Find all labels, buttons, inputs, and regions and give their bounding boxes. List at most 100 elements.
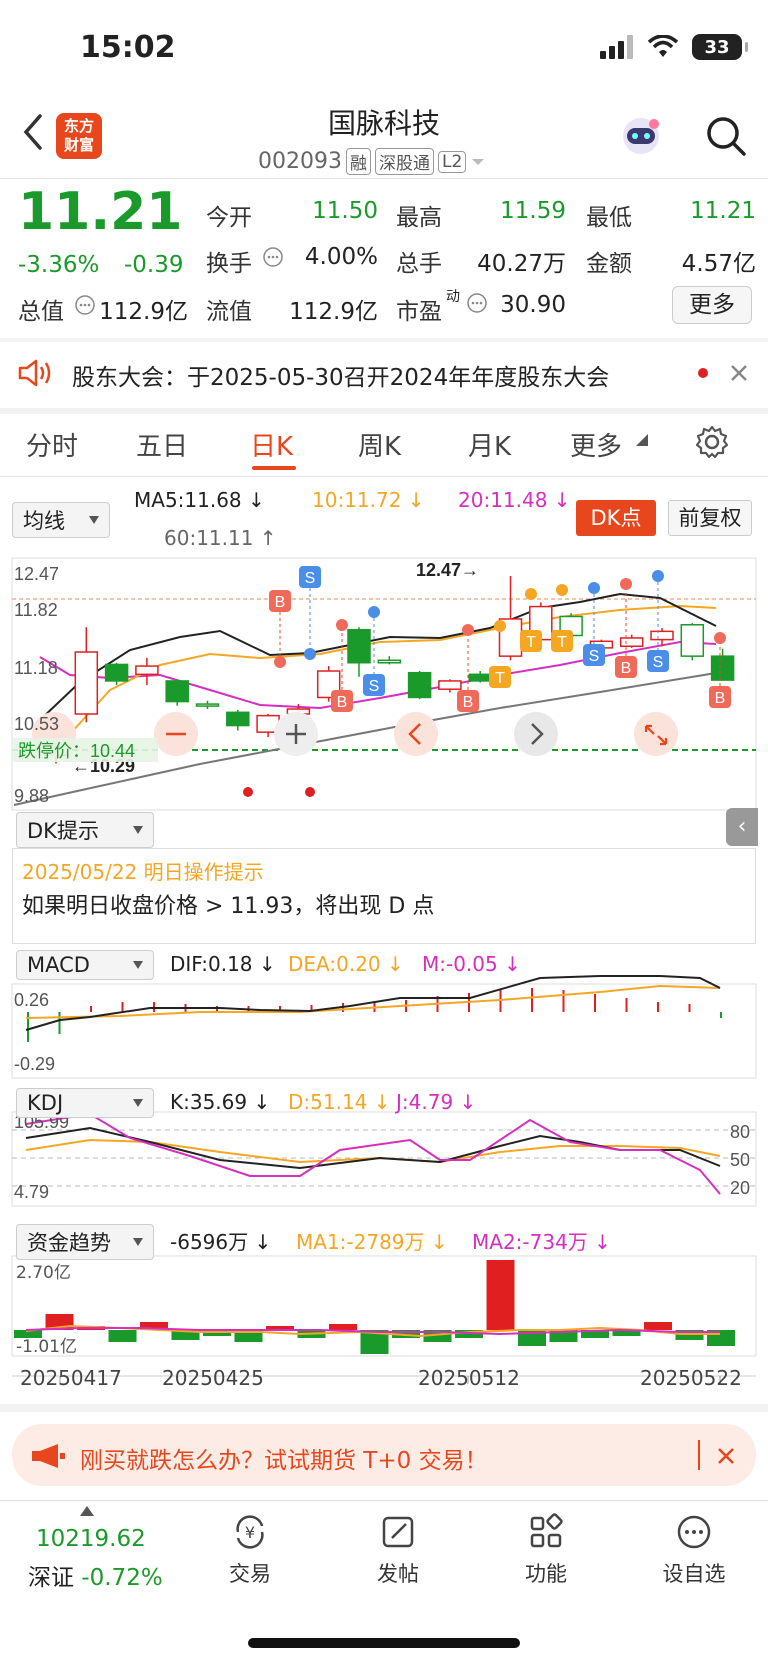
candle-body bbox=[135, 665, 159, 676]
dropdown-icon[interactable] bbox=[470, 157, 486, 167]
current-price: 11.21 bbox=[18, 182, 183, 242]
index-value[interactable]: 10219.62 bbox=[36, 1526, 146, 1552]
candle-body bbox=[650, 630, 674, 641]
nav-trade[interactable]: ¥ 交易 bbox=[200, 1512, 300, 1588]
macd-selector[interactable]: MACD bbox=[16, 950, 154, 980]
date-label-3: 20250512 bbox=[418, 1366, 520, 1390]
candle-body bbox=[438, 680, 462, 690]
label-pe: 市盈 bbox=[396, 299, 442, 325]
tag-connect: 深股通 bbox=[374, 148, 434, 175]
next-button[interactable] bbox=[514, 712, 558, 756]
y-label-top: 12.47 bbox=[14, 564, 59, 584]
svg-text:B: B bbox=[621, 660, 632, 677]
nav-functions[interactable]: 功能 bbox=[496, 1512, 596, 1588]
fund-bar bbox=[644, 1322, 672, 1330]
ma10-text: 10:11.72 bbox=[312, 488, 402, 512]
svg-text:T: T bbox=[526, 634, 536, 651]
notice-text[interactable]: 股东大会：于2025-05-30召开2024年年度股东大会 bbox=[72, 358, 609, 392]
candle-body bbox=[165, 680, 189, 703]
kdj-selector[interactable]: KDJ bbox=[16, 1088, 154, 1118]
kdj-level-20-label: 20 bbox=[730, 1178, 750, 1198]
search-icon[interactable] bbox=[704, 114, 748, 158]
more-button[interactable]: 更多 bbox=[672, 286, 752, 324]
more-dots-icon bbox=[677, 1515, 711, 1549]
y-label-4: 10.53 bbox=[14, 714, 59, 734]
chevron-down-icon bbox=[133, 1099, 143, 1107]
side-panel-toggle[interactable]: ‹ bbox=[726, 808, 758, 846]
chevron-down-icon bbox=[133, 826, 143, 834]
dk-hint-selector[interactable]: DK提示 bbox=[16, 812, 154, 848]
date-ticks bbox=[59, 1376, 721, 1384]
tab-intraday[interactable]: 分时 bbox=[26, 426, 78, 463]
high-marker-value: 12.47 bbox=[416, 560, 461, 580]
edit-icon bbox=[382, 1516, 414, 1548]
chevron-down-icon bbox=[133, 961, 143, 969]
date-label-2: 20250425 bbox=[162, 1366, 264, 1390]
tab-monthly[interactable]: 月K bbox=[468, 426, 511, 463]
macd-m-text: M:-0.05 bbox=[422, 952, 498, 976]
stock-code-row[interactable]: 002093 融 深股通 L2 bbox=[258, 148, 486, 175]
candle-body bbox=[680, 623, 705, 657]
ma60-text: 60:11.11 bbox=[164, 526, 254, 550]
fund-ma2: MA2:-734万 ↓ bbox=[472, 1230, 611, 1254]
fund-bar bbox=[108, 1330, 137, 1342]
fund-bar bbox=[329, 1324, 357, 1330]
fullscreen-button[interactable] bbox=[634, 712, 678, 756]
macd-dea-text: DEA:0.20 bbox=[288, 952, 381, 976]
tab-weekly[interactable]: 周K bbox=[358, 426, 401, 463]
kdj-k-text: K:35.69 bbox=[170, 1090, 248, 1114]
kdj-d-text: D:51.14 bbox=[288, 1090, 368, 1114]
ma-selector[interactable]: 均线 bbox=[12, 502, 110, 538]
event-dot bbox=[243, 787, 253, 797]
kdj-j: J:4.79 ↓ bbox=[396, 1090, 477, 1114]
prev-button[interactable] bbox=[394, 712, 438, 756]
svg-text:T: T bbox=[495, 670, 505, 687]
dk-point-button[interactable]: DK点 bbox=[576, 500, 656, 536]
candle-body bbox=[377, 659, 402, 664]
fund-selector[interactable]: 资金趋势 bbox=[16, 1224, 154, 1260]
value-open: 11.50 bbox=[312, 198, 378, 224]
caret-up-icon bbox=[80, 1506, 94, 1516]
chevron-down-icon bbox=[89, 516, 99, 524]
macd-frame bbox=[11, 983, 757, 1079]
tag-margin: 融 bbox=[345, 148, 371, 175]
ma60-value: 60:11.11 ↑ bbox=[164, 526, 277, 550]
grid-icon bbox=[530, 1513, 563, 1548]
value-turnover: 4.00% bbox=[304, 244, 378, 270]
fund-ma2-text: MA2:-734万 bbox=[472, 1230, 588, 1254]
tab-more[interactable]: 更多 bbox=[570, 426, 622, 463]
y-label-2: 11.82 bbox=[14, 600, 58, 620]
tab-daily[interactable]: 日K bbox=[250, 426, 293, 463]
info-icon[interactable] bbox=[74, 294, 96, 316]
label-volume: 总手 bbox=[396, 251, 442, 277]
label-high: 最高 bbox=[396, 205, 442, 231]
tab-five-day[interactable]: 五日 bbox=[136, 426, 188, 463]
megaphone-icon bbox=[32, 1444, 65, 1468]
svg-text:B: B bbox=[337, 694, 348, 711]
candle-body bbox=[710, 655, 735, 681]
ma-selector-label: 均线 bbox=[23, 509, 65, 533]
promo-divider bbox=[698, 1440, 700, 1470]
fund-ma1: MA1:-2789万 ↓ bbox=[296, 1230, 448, 1254]
candle-body bbox=[619, 637, 644, 647]
nav-add-watchlist[interactable]: 设自选 bbox=[644, 1512, 744, 1588]
svg-text:S: S bbox=[589, 648, 600, 665]
settings-icon[interactable] bbox=[694, 424, 730, 460]
nav-post[interactable]: 发帖 bbox=[348, 1512, 448, 1588]
info-icon[interactable] bbox=[262, 246, 284, 268]
wifi-icon bbox=[648, 35, 678, 57]
fund-y-bottom: -1.01亿 bbox=[16, 1337, 77, 1357]
y-label-3: 11.18 bbox=[14, 658, 58, 678]
info-icon[interactable] bbox=[466, 292, 488, 314]
fund-y-top: 2.70亿 bbox=[16, 1263, 71, 1283]
fund-value: -6596万 ↓ bbox=[170, 1230, 272, 1254]
candle-body bbox=[226, 711, 250, 727]
adjust-mode-button[interactable]: 前复权 bbox=[668, 500, 752, 536]
home-indicator bbox=[248, 1638, 520, 1648]
close-icon[interactable] bbox=[716, 1446, 736, 1466]
index-name[interactable]: 深证 -0.72% bbox=[28, 1558, 163, 1592]
promo-text[interactable]: 刚买就跌怎么办？试试期货 T+0 交易！ bbox=[80, 1441, 488, 1475]
close-icon[interactable] bbox=[730, 364, 748, 382]
robot-assistant-icon[interactable] bbox=[618, 112, 664, 158]
macd-y-top: 0.26 bbox=[14, 990, 49, 1010]
